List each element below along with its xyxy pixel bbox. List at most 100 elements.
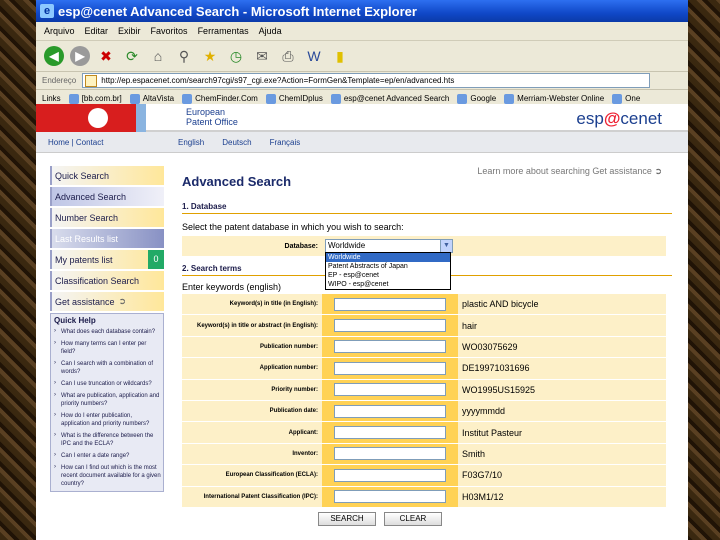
form-buttons: SEARCH CLEAR: [182, 511, 682, 526]
field-example: Institut Pasteur: [458, 422, 666, 444]
link-item[interactable]: Merriam-Webster Online: [504, 93, 604, 104]
dropdown-option[interactable]: EP - esp@cenet: [326, 271, 450, 280]
search-icon[interactable]: ⚲: [174, 46, 194, 66]
field-row: Keyword(s) in title (in English): plastic…: [182, 294, 666, 316]
menu-exibir[interactable]: Exibir: [118, 26, 141, 36]
dropdown-option[interactable]: Patent Abstracts of Japan: [326, 262, 450, 271]
address-input[interactable]: http://ep.espacenet.com/search97cgi/s97_…: [82, 73, 651, 88]
link-icon: [457, 93, 468, 104]
field-label: Publication date:: [182, 400, 322, 423]
dropdown-option[interactable]: Worldwide: [326, 253, 450, 262]
help-link[interactable]: How many terms can I enter per field?: [51, 339, 163, 359]
section-database-heading: 1. Database: [182, 202, 227, 211]
publication-number-input[interactable]: [334, 340, 446, 354]
menu-favoritos[interactable]: Favoritos: [151, 26, 188, 36]
link-item[interactable]: [bb.com.br]: [68, 93, 122, 104]
back-icon[interactable]: ◀: [44, 46, 64, 66]
link-item[interactable]: ChemIDplus: [265, 93, 323, 104]
field-row: Applicant: Institut Pasteur: [182, 422, 666, 444]
link-item[interactable]: esp@cenet Advanced Search: [330, 93, 449, 104]
field-label: Keyword(s) in title or abstract (in Engl…: [182, 315, 322, 337]
field-example: yyyymmdd: [458, 400, 666, 423]
favorites-icon[interactable]: ★: [200, 46, 220, 66]
field-example: Smith: [458, 443, 666, 466]
sidebar-item-quick-search[interactable]: Quick Search: [50, 166, 164, 185]
section-divider: [182, 213, 672, 214]
dropdown-option[interactable]: WIPO - esp@cenet: [326, 280, 450, 289]
sidebar-item-label: Get assistance: [55, 296, 115, 307]
links-label: Links: [42, 94, 61, 103]
arrow-circle-icon: ➲: [118, 296, 127, 306]
patents-count-badge: 0: [148, 250, 164, 269]
help-link[interactable]: What is the difference between the IPC a…: [51, 431, 163, 451]
ecla-input[interactable]: [334, 468, 446, 482]
sidebar-item-classification[interactable]: Classification Search: [50, 271, 164, 290]
history-icon[interactable]: ◷: [226, 46, 246, 66]
lang-deutsch[interactable]: Deutsch: [222, 138, 251, 147]
sidebar-item-advanced-search[interactable]: Advanced Search: [50, 187, 164, 206]
link-item[interactable]: AltaVista: [129, 93, 174, 104]
help-link[interactable]: Can I use truncation or wildcards?: [51, 379, 163, 391]
forward-icon[interactable]: ▶: [70, 46, 90, 66]
top-nav: Home | Contact English Deutsch Français: [36, 132, 688, 153]
application-number-input[interactable]: [334, 361, 446, 375]
toolbar: ◀ ▶ ✖ ⟳ ⌂ ⚲ ★ ◷ ✉ ⎙ W ▮: [36, 41, 688, 72]
priority-number-input[interactable]: [334, 383, 446, 397]
inventor-input[interactable]: [334, 447, 446, 461]
address-url: http://ep.espacenet.com/search97cgi/s97_…: [101, 76, 455, 85]
search-button[interactable]: SEARCH: [318, 511, 376, 526]
menu-editar[interactable]: Editar: [85, 26, 109, 36]
applicant-input[interactable]: [334, 426, 446, 440]
help-link[interactable]: Can I enter a date range?: [51, 451, 163, 463]
help-link[interactable]: Can I search with a combination of words…: [51, 359, 163, 379]
title-keywords-input[interactable]: [334, 297, 446, 311]
edit-icon[interactable]: W: [304, 46, 324, 66]
menu-arquivo[interactable]: Arquivo: [44, 26, 75, 36]
link-item[interactable]: ChemFinder.Com: [182, 93, 258, 104]
sidebar-item-my-patents[interactable]: My patents list 0: [50, 250, 164, 269]
epo-banner: European Patent Office esp@cenet: [36, 104, 688, 132]
field-label: Inventor:: [182, 443, 322, 466]
title-abstract-keywords-input[interactable]: [334, 319, 446, 333]
field-example: WO1995US15925: [458, 379, 666, 401]
home-contact-link[interactable]: Home | Contact: [36, 138, 178, 147]
database-dropdown: Worldwide Patent Abstracts of Japan EP -…: [325, 252, 451, 290]
link-item[interactable]: One: [612, 93, 640, 104]
help-link[interactable]: How can I find out which is the most rec…: [51, 463, 163, 491]
database-selected-value: Worldwide: [328, 241, 366, 250]
lang-francais[interactable]: Français: [270, 138, 301, 147]
link-icon: [68, 93, 79, 104]
link-icon: [129, 93, 140, 104]
link-item[interactable]: Google: [457, 93, 496, 104]
home-icon[interactable]: ⌂: [148, 46, 168, 66]
mail-icon[interactable]: ✉: [252, 46, 272, 66]
refresh-icon[interactable]: ⟳: [122, 46, 142, 66]
ipc-input[interactable]: [334, 490, 446, 504]
ie-icon: e: [40, 4, 54, 18]
lang-english[interactable]: English: [178, 138, 204, 147]
stop-icon[interactable]: ✖: [96, 46, 116, 66]
sidebar-item-last-results[interactable]: Last Results list: [50, 229, 164, 248]
chevron-down-icon[interactable]: ▼: [440, 240, 452, 252]
clear-button[interactable]: CLEAR: [384, 511, 442, 526]
publication-date-input[interactable]: [334, 404, 446, 418]
epo-logo-icon: [88, 108, 108, 128]
link-icon: [182, 93, 193, 104]
help-link[interactable]: What does each database contain?: [51, 327, 163, 339]
sidebar-item-number-search[interactable]: Number Search: [50, 208, 164, 227]
field-label: Priority number:: [182, 379, 322, 401]
field-label: European Classification (ECLA):: [182, 465, 322, 487]
help-link[interactable]: How do I enter publication, application …: [51, 411, 163, 431]
link-icon: [265, 93, 276, 104]
menu-bar: Arquivo Editar Exibir Favoritos Ferramen…: [36, 22, 688, 41]
database-select[interactable]: Worldwide ▼: [325, 239, 453, 253]
print-icon[interactable]: ⎙: [278, 46, 298, 66]
menu-ferramentas[interactable]: Ferramentas: [198, 26, 249, 36]
field-row: Priority number: WO1995US15925: [182, 379, 666, 401]
notes-icon[interactable]: ▮: [330, 46, 350, 66]
learn-more-link[interactable]: Learn more about searching Get assistanc…: [477, 166, 662, 177]
menu-ajuda[interactable]: Ajuda: [259, 26, 282, 36]
sidebar-item-get-assistance[interactable]: Get assistance ➲: [50, 292, 164, 311]
help-link[interactable]: What are publication, application and pr…: [51, 391, 163, 411]
address-label: Endereço: [42, 76, 77, 85]
